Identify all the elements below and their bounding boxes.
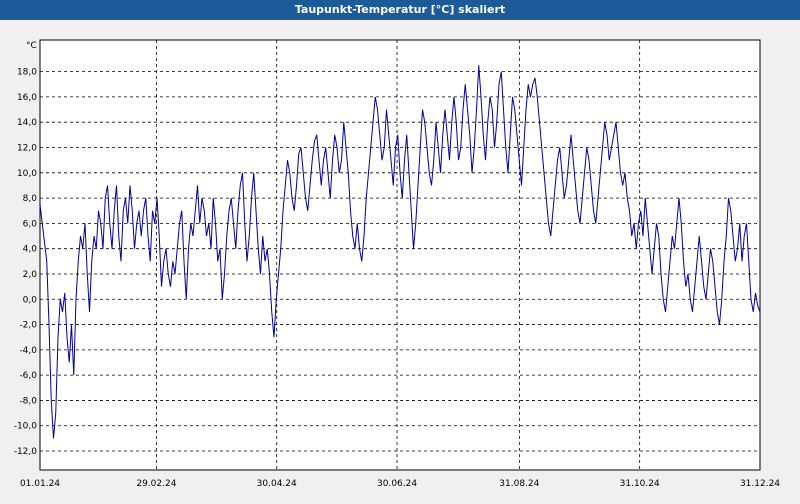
y-tick-label: 12,0 [17, 144, 37, 154]
y-tick-label: -12,0 [14, 447, 38, 457]
x-tick-label: 30.04.24 [257, 479, 297, 489]
y-tick-label: -2,0 [19, 321, 37, 331]
x-tick-label: 31.08.24 [499, 479, 539, 489]
y-tick-label: 18,0 [17, 68, 37, 78]
chart-area: 18,0 16,0 14,0 12,0 10,0 8,0 6,0 4,0 2,0 0,0 -2,0 -… [0, 20, 800, 500]
y-tick-label: -4,0 [19, 346, 37, 356]
y-tick-label: 0,0 [23, 295, 38, 305]
y-tick-label: 16,0 [17, 93, 37, 103]
chart-title: Taupunkt-Temperatur [°C] skaliert [294, 3, 506, 16]
dewpoint-line-chart: 18,0 16,0 14,0 12,0 10,0 8,0 6,0 4,0 2,0 0,0 -2,0 -… [14, 39, 780, 489]
x-tick-label: 29.02.24 [136, 479, 176, 489]
x-tick-label: 31.10.24 [620, 479, 660, 489]
y-tick-label: 2,0 [23, 270, 38, 280]
chart-title-bar: Taupunkt-Temperatur [°C] skaliert [0, 0, 800, 20]
x-tick-label: 01.01.24 [20, 479, 60, 489]
y-tick-label: -6,0 [19, 371, 37, 381]
y-tick-label: 14,0 [17, 118, 37, 128]
y-tick-label: 6,0 [23, 219, 38, 229]
y-tick-label: 4,0 [23, 245, 38, 255]
y-tick-label: -8,0 [19, 396, 37, 406]
x-tick-label: 31.12.24 [740, 479, 780, 489]
y-tick-label: -10,0 [14, 422, 38, 432]
plot-frame [39, 39, 761, 471]
x-tick-label: 30.06.24 [377, 479, 417, 489]
y-tick-label: 8,0 [23, 194, 38, 204]
y-unit-label: °C [26, 41, 37, 51]
y-tick-label: 10,0 [17, 169, 37, 179]
